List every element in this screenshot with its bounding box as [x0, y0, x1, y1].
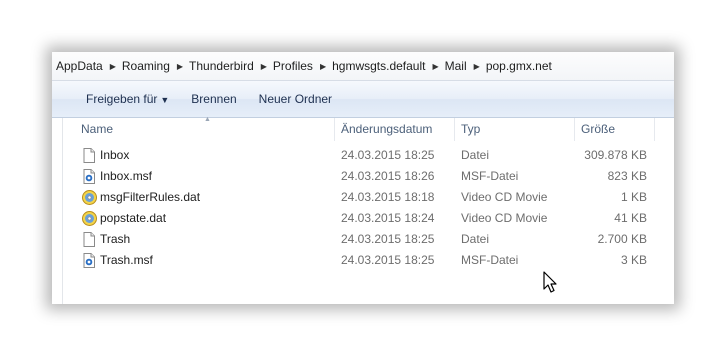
- explorer-window: AppData ▶ Roaming ▶ Thunderbird ▶ Profiles ▶…: [52, 52, 674, 304]
- column-name[interactable]: Name: [75, 118, 335, 141]
- chevron-right-icon[interactable]: ▶: [175, 62, 185, 71]
- chevron-right-icon[interactable]: ▶: [472, 62, 482, 71]
- file-row[interactable]: msgFilterRules.dat 24.03.2015 18:18 Video …: [63, 187, 674, 208]
- column-header: ▲ Name Änderungsdatum Typ Größe: [63, 116, 674, 141]
- file-date: 24.03.2015 18:24: [341, 211, 435, 225]
- blank-file-icon: [82, 232, 96, 247]
- file-name: Trash.msf: [100, 253, 153, 267]
- chevron-down-icon: ▼: [160, 95, 170, 105]
- file-name: Inbox.msf: [100, 169, 153, 183]
- chevron-right-icon[interactable]: ▶: [259, 62, 269, 71]
- blank-file-icon: [82, 148, 96, 163]
- column-size[interactable]: Größe: [575, 118, 655, 141]
- file-date: 24.03.2015 18:25: [341, 253, 435, 267]
- video-cd-icon: [82, 211, 97, 226]
- chevron-right-icon[interactable]: ▶: [108, 62, 118, 71]
- file-type: MSF-Datei: [461, 169, 519, 183]
- column-date-label: Änderungsdatum: [341, 122, 433, 136]
- share-with-button[interactable]: Freigeben für ▼: [78, 88, 177, 110]
- file-row[interactable]: Inbox.msf 24.03.2015 18:26 MSF-Datei 823 KB: [63, 166, 674, 187]
- column-type[interactable]: Typ: [455, 118, 575, 141]
- file-size: 41 KB: [614, 211, 647, 225]
- file-name: msgFilterRules.dat: [100, 190, 201, 204]
- file-date: 24.03.2015 18:26: [341, 169, 435, 183]
- file-date: 24.03.2015 18:18: [341, 190, 435, 204]
- msf-file-icon: [82, 169, 96, 184]
- file-size: 2.700 KB: [597, 232, 647, 246]
- file-size: 3 KB: [620, 253, 647, 267]
- burn-button[interactable]: Brennen: [183, 88, 244, 110]
- file-type: MSF-Datei: [461, 253, 519, 267]
- breadcrumb-item-profiles[interactable]: Profiles: [269, 59, 318, 73]
- file-name: popstate.dat: [100, 211, 167, 225]
- breadcrumb-item-thunderbird[interactable]: Thunderbird: [185, 59, 259, 73]
- chevron-right-icon[interactable]: ▶: [430, 62, 440, 71]
- file-name: Trash: [100, 232, 131, 246]
- file-row[interactable]: popstate.dat 24.03.2015 18:24 Video CD Mov…: [63, 208, 674, 229]
- breadcrumb-item-appdata[interactable]: AppData: [52, 59, 108, 73]
- file-row[interactable]: Inbox 24.03.2015 18:25 Datei 309.878 KB: [63, 145, 674, 166]
- column-type-label: Typ: [461, 122, 481, 136]
- file-size: 1 KB: [620, 190, 647, 204]
- mouse-cursor-icon: [543, 271, 557, 293]
- file-type: Datei: [461, 232, 490, 246]
- breadcrumb-item-profile[interactable]: hgmwsgts.default: [328, 59, 430, 73]
- breadcrumb-item-mail[interactable]: Mail: [441, 59, 472, 73]
- column-size-label: Größe: [581, 122, 616, 136]
- file-row[interactable]: Trash 24.03.2015 18:25 Datei 2.700 KB: [63, 229, 674, 250]
- navigation-pane[interactable]: [52, 118, 63, 304]
- video-cd-icon: [82, 190, 97, 205]
- breadcrumb: AppData ▶ Roaming ▶ Thunderbird ▶ Profiles ▶…: [52, 52, 674, 81]
- file-row[interactable]: Trash.msf 24.03.2015 18:25 MSF-Datei 3 KB: [63, 250, 674, 271]
- file-type: Video CD Movie: [461, 211, 548, 225]
- chevron-right-icon[interactable]: ▶: [318, 62, 328, 71]
- command-bar: Freigeben für ▼ Brennen Neuer Ordner: [52, 81, 674, 118]
- column-name-label: Name: [81, 122, 114, 136]
- file-list: Inbox 24.03.2015 18:25 Datei 309.878 KB Inbo…: [63, 145, 674, 271]
- file-type: Video CD Movie: [461, 190, 548, 204]
- msf-file-icon: [82, 253, 96, 268]
- column-date[interactable]: Änderungsdatum: [335, 118, 455, 141]
- file-size: 823 KB: [607, 169, 647, 183]
- breadcrumb-item-account[interactable]: pop.gmx.net: [482, 59, 557, 73]
- share-with-label: Freigeben für: [86, 92, 158, 106]
- new-folder-button[interactable]: Neuer Ordner: [251, 88, 340, 110]
- file-name: Inbox: [100, 148, 130, 162]
- breadcrumb-item-roaming[interactable]: Roaming: [118, 59, 175, 73]
- file-size: 309.878 KB: [584, 148, 647, 162]
- file-date: 24.03.2015 18:25: [341, 148, 435, 162]
- file-date: 24.03.2015 18:25: [341, 232, 435, 246]
- file-type: Datei: [461, 148, 490, 162]
